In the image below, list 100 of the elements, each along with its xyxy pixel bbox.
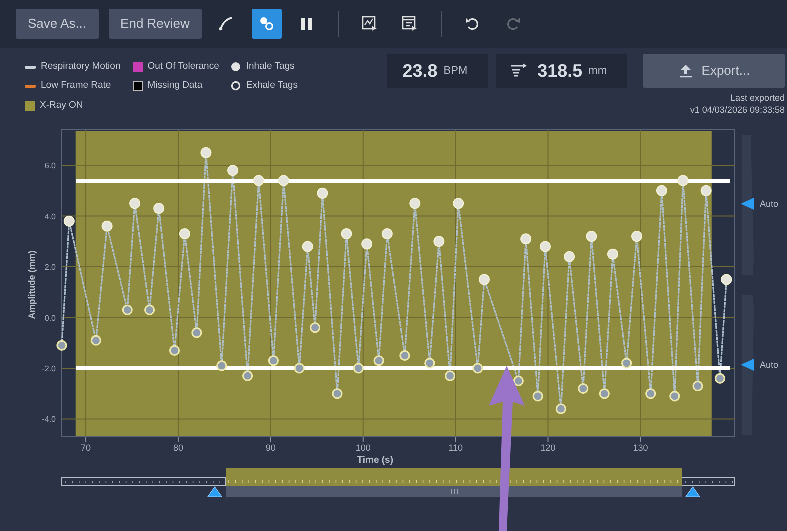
exhale-tag-marker (599, 388, 610, 400)
exhale-tag-marker (578, 384, 589, 394)
exhale-tag-marker (169, 345, 180, 356)
stat-value: 23.8 (402, 60, 438, 82)
inhale-tag-marker (200, 147, 212, 158)
inhale-tag-marker (721, 274, 732, 286)
axis-tick-label: 100 (356, 443, 371, 453)
axis-tick-label: 110 (448, 443, 463, 453)
tick-mark (86, 436, 87, 442)
legend-label: Missing Data (148, 79, 203, 94)
axis-title: Amplitude (mm) (27, 250, 37, 320)
auto-label: Auto (760, 360, 779, 370)
exhale-tag-marker (532, 391, 544, 402)
tick-mark (362, 436, 364, 442)
timeline-track[interactable] (62, 478, 226, 486)
toolbar-button[interactable]: Save As... (16, 9, 99, 39)
inhale-tag-marker (179, 228, 190, 240)
exhale-tag-marker (242, 370, 254, 382)
axis-tick-label: 4.0 (44, 212, 56, 222)
exhale-tag-marker (374, 356, 384, 366)
axis-tick-label: 120 (540, 443, 556, 453)
exhale-tag-marker (294, 363, 305, 374)
inhale-tag-marker (434, 236, 445, 248)
timeline-track[interactable] (682, 478, 736, 486)
exhale-tag-marker (444, 370, 456, 382)
inhale-tag-marker (410, 198, 421, 210)
axis-tick-label: 2.0 (44, 263, 56, 272)
legend-label: Respiratory Motion (41, 60, 121, 74)
exhale-tag-marker (670, 391, 680, 402)
axis-title: Time (s) (357, 455, 394, 465)
stat-unit: mm (588, 64, 607, 79)
inhale-tag-marker (656, 185, 668, 196)
inhale-tag-marker (678, 175, 689, 186)
inhale-tag-marker (586, 231, 598, 242)
tick-mark (640, 436, 642, 442)
upload-icon (678, 63, 694, 79)
exhale-tag-marker (646, 388, 656, 400)
exhale-tag-marker (122, 304, 133, 316)
axis-tick-label: -2.0 (42, 364, 56, 374)
stat-unit: BPM (444, 64, 468, 79)
inhale-tag-marker (700, 185, 712, 196)
inhale-tag-marker (228, 165, 239, 176)
exhale-tag-marker (268, 356, 279, 366)
stat-value: 318.5 (538, 60, 583, 82)
exhale-tag-marker (692, 380, 704, 392)
exhale-tag-marker (353, 363, 364, 374)
axis-tick-label: 6.0 (44, 162, 56, 171)
tag-circles-icon (258, 15, 276, 33)
inhale-tag-marker (154, 203, 165, 214)
exhale-tag-marker (622, 358, 632, 369)
inhale-tag-marker (102, 220, 113, 232)
axis-tick-label: 130 (633, 443, 648, 453)
inhale-tag-marker (302, 241, 314, 252)
axis-tick-label: -4.0 (42, 415, 56, 424)
axis-tick-label: 90 (266, 443, 276, 453)
legend-label: Inhale Tags (246, 60, 295, 74)
exhale-tag-marker (332, 388, 343, 400)
inhale-tag-marker (362, 238, 373, 250)
triangle-marker-icon[interactable] (741, 359, 754, 371)
inhale-tag-marker (64, 216, 75, 227)
inhale-tag-marker (478, 274, 490, 286)
inhale-tag-marker (253, 175, 264, 186)
inhale-tag-marker (453, 198, 464, 210)
exhale-tag-marker (424, 358, 436, 369)
axis-tick-label: 80 (173, 443, 184, 453)
inhale-tag-marker (607, 248, 618, 260)
exhale-tag-marker (400, 350, 410, 362)
exhale-tag-marker (144, 304, 156, 316)
tick-mark (455, 436, 456, 442)
legend-label: Exhale Tags (246, 79, 298, 94)
export-note: Last exported (729, 92, 785, 104)
export-version: v1 04/03/2026 09:33:58 (690, 104, 785, 116)
inhale-tag-marker (341, 228, 352, 240)
inhale-tag-marker (540, 241, 551, 252)
exhale-tag-marker (556, 404, 566, 414)
exhale-tag-marker (472, 363, 484, 374)
legend-label: Out Of Tolerance (148, 60, 220, 74)
inhale-tag-marker (130, 198, 141, 210)
legend-label: Low Frame Rate (41, 79, 112, 94)
chart-cursor-icon (400, 15, 419, 33)
inhale-tag-marker (278, 175, 290, 186)
exhale-tag-marker (56, 340, 68, 351)
inhale-tag-marker (520, 234, 532, 245)
exhale-tag-marker (513, 376, 524, 386)
toolbar-button[interactable]: End Review (108, 9, 202, 39)
legend-label: X-Ray ON (40, 98, 84, 112)
triangle-marker-icon[interactable] (741, 198, 754, 210)
auto-label: Auto (760, 199, 779, 209)
tick-mark (548, 436, 549, 442)
chart-cursor-icon (360, 15, 379, 33)
exhale-tag-marker (90, 335, 102, 346)
exhale-tag-marker (714, 373, 726, 384)
tick-mark (270, 436, 272, 442)
exhale-tag-marker (216, 360, 228, 372)
inhale-tag-marker (317, 188, 328, 199)
export-button[interactable]: Export... (643, 54, 785, 88)
axis-tick-label: 70 (81, 443, 92, 453)
exhale-tag-marker (192, 328, 202, 338)
axis-tick-label: 0.0 (44, 314, 56, 323)
inhale-tag-marker (564, 251, 576, 262)
